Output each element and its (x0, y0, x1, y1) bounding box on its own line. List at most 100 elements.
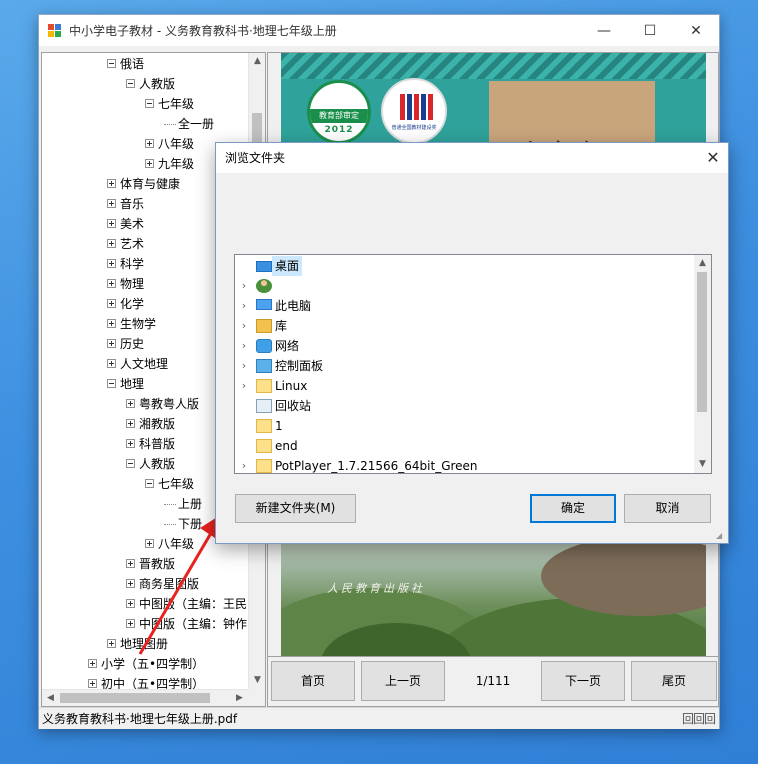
folder-item[interactable]: › (235, 276, 695, 296)
expand-icon[interactable] (126, 399, 135, 408)
chevron-right-icon[interactable]: › (238, 456, 250, 473)
tree-item[interactable]: 下册 (164, 514, 202, 534)
scroll-thumb-horizontal[interactable] (60, 693, 210, 703)
title-bar[interactable]: 中小学电子教材 - 义务教育教科书·地理七年级上册 — ☐ ✕ (39, 15, 719, 46)
tree-horizontal-scrollbar[interactable]: ◀ ▶ (42, 689, 248, 706)
folder-item[interactable]: › 控制面板 (235, 356, 695, 376)
tree-item[interactable]: 中图版（主编：钟作 (126, 614, 247, 634)
tree-item[interactable]: 九年级 (145, 154, 194, 174)
scroll-right-icon[interactable]: ▶ (231, 690, 248, 706)
tree-item[interactable]: 科普版 (126, 434, 175, 454)
folder-tree-scrollbar[interactable]: ▲ ▼ (694, 255, 711, 473)
tree-item[interactable]: 八年级 (145, 134, 194, 154)
chevron-right-icon[interactable]: › (238, 316, 250, 336)
scroll-up-icon[interactable]: ▲ (694, 255, 711, 272)
dialog-resize-grip-icon[interactable]: ◢ (716, 531, 726, 541)
folder-item[interactable]: 桌面 (235, 256, 695, 276)
folder-item[interactable]: end (235, 436, 695, 456)
expand-icon[interactable] (126, 419, 135, 428)
resize-grip-icon[interactable]: 回回回 (682, 708, 716, 730)
expand-icon[interactable] (107, 299, 116, 308)
expand-icon[interactable] (107, 239, 116, 248)
scroll-up-icon[interactable]: ▲ (249, 53, 265, 70)
folder-tree[interactable]: 桌面 › › 此电脑 › 库 › 网络 › 控制面板 › Linux 回收站 1 end › PotPlayer… (234, 254, 712, 474)
scroll-left-icon[interactable]: ◀ (42, 690, 59, 706)
tree-item[interactable]: 八年级 (145, 534, 194, 554)
maximize-button[interactable]: ☐ (627, 15, 673, 46)
tree-item[interactable]: 俄语 (107, 54, 144, 74)
expand-icon[interactable] (107, 339, 116, 348)
tree-item[interactable]: 七年级 (145, 474, 194, 494)
folder-item[interactable]: › Linux (235, 376, 695, 396)
expand-icon[interactable] (126, 579, 135, 588)
expand-icon[interactable] (126, 599, 135, 608)
chevron-right-icon[interactable]: › (238, 336, 250, 356)
dialog-close-button[interactable]: ✕ (698, 143, 728, 173)
tree-item[interactable]: 人教版 (126, 454, 175, 474)
expand-icon[interactable] (107, 639, 116, 648)
expand-icon[interactable] (107, 259, 116, 268)
tree-item[interactable]: 七年级 (145, 94, 194, 114)
tree-item[interactable]: 生物学 (107, 314, 156, 334)
expand-icon[interactable] (107, 219, 116, 228)
tree-item[interactable]: 艺术 (107, 234, 144, 254)
tree-item[interactable]: 湘教版 (126, 414, 175, 434)
expand-icon[interactable] (126, 619, 135, 628)
tree-item[interactable]: 中图版（主编：王民 (126, 594, 247, 614)
tree-item[interactable]: 晋教版 (126, 554, 175, 574)
tree-item[interactable]: 物理 (107, 274, 144, 294)
tree-item[interactable]: 体育与健康 (107, 174, 180, 194)
chevron-right-icon[interactable]: › (238, 356, 250, 376)
tree-item[interactable]: 人教版 (126, 74, 175, 94)
folder-item[interactable]: 1 (235, 416, 695, 436)
collapse-icon[interactable] (145, 479, 154, 488)
last-page-button[interactable]: 尾页 (631, 661, 717, 701)
tree-item[interactable]: 化学 (107, 294, 144, 314)
tree-item[interactable]: 地理图册 (107, 634, 168, 654)
tree-item[interactable]: 小学（五•四学制） (88, 654, 204, 674)
folder-item[interactable]: › 网络 (235, 336, 695, 356)
folder-item[interactable]: 回收站 (235, 396, 695, 416)
tree-item[interactable]: 粤教粤人版 (126, 394, 199, 414)
tree-item[interactable]: 科学 (107, 254, 144, 274)
folder-item[interactable]: › 此电脑 (235, 296, 695, 316)
ok-button[interactable]: 确定 (530, 494, 616, 523)
minimize-button[interactable]: — (581, 15, 627, 46)
expand-icon[interactable] (126, 559, 135, 568)
expand-icon[interactable] (145, 159, 154, 168)
expand-icon[interactable] (88, 679, 97, 688)
tree-item[interactable]: 人文地理 (107, 354, 168, 374)
scroll-down-icon[interactable]: ▼ (249, 672, 265, 689)
expand-icon[interactable] (126, 439, 135, 448)
expand-icon[interactable] (145, 539, 154, 548)
expand-icon[interactable] (107, 319, 116, 328)
new-folder-button[interactable]: 新建文件夹(M) (235, 494, 356, 523)
tree-item[interactable]: 商务星图版 (126, 574, 199, 594)
folder-item[interactable]: › 库 (235, 316, 695, 336)
chevron-right-icon[interactable]: › (238, 296, 250, 316)
tree-item[interactable]: 美术 (107, 214, 144, 234)
cancel-button[interactable]: 取消 (624, 494, 711, 523)
folder-item[interactable]: › PotPlayer_1.7.21566_64bit_Green (235, 456, 695, 473)
tree-item[interactable]: 上册 (164, 494, 202, 514)
folder-scroll-thumb[interactable] (697, 272, 707, 412)
chevron-right-icon[interactable]: › (238, 376, 250, 396)
close-button[interactable]: ✕ (673, 15, 719, 46)
collapse-icon[interactable] (107, 59, 116, 68)
expand-icon[interactable] (107, 179, 116, 188)
tree-item[interactable]: 音乐 (107, 194, 144, 214)
tree-item[interactable]: 历史 (107, 334, 144, 354)
tree-item[interactable]: 地理 (107, 374, 144, 394)
tree-item[interactable]: 全一册 (164, 114, 214, 134)
prev-page-button[interactable]: 上一页 (361, 661, 445, 701)
expand-icon[interactable] (88, 659, 97, 668)
expand-icon[interactable] (107, 359, 116, 368)
collapse-icon[interactable] (145, 99, 154, 108)
expand-icon[interactable] (107, 279, 116, 288)
collapse-icon[interactable] (126, 459, 135, 468)
next-page-button[interactable]: 下一页 (541, 661, 625, 701)
chevron-right-icon[interactable]: › (238, 276, 250, 296)
collapse-icon[interactable] (107, 379, 116, 388)
expand-icon[interactable] (145, 139, 154, 148)
scroll-down-icon[interactable]: ▼ (694, 456, 711, 473)
